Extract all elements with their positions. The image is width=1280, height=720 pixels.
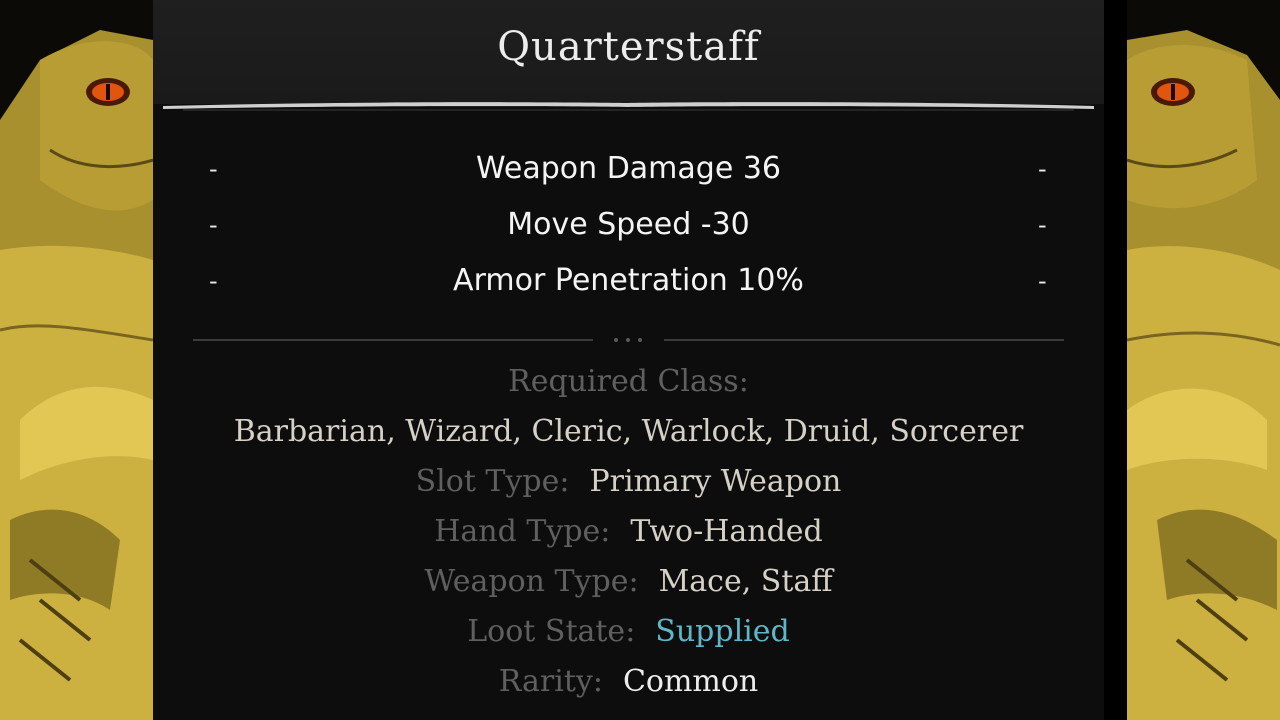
required-class-value-row: Barbarian, Wizard, Cleric, Warlock, Drui… <box>153 412 1104 452</box>
loot-state-label: Loot State: <box>467 614 636 649</box>
hand-type-value: Two-Handed <box>630 514 823 549</box>
ornament-dots-icon <box>193 338 1064 342</box>
stat-right-marker: - <box>1038 211 1047 239</box>
loot-state-value: Supplied <box>655 614 790 649</box>
rarity-label: Rarity: <box>498 664 603 699</box>
screen: Quarterstaff - Weapon Damage 36 - - Move… <box>0 0 1280 720</box>
rarity-row: Rarity: Common <box>153 662 1104 702</box>
item-tooltip-panel: Quarterstaff - Weapon Damage 36 - - Move… <box>153 0 1104 720</box>
weapon-type-row: Weapon Type: Mace, Staff <box>153 562 1104 602</box>
rarity-value: Common <box>622 664 759 699</box>
loot-state-row: Loot State: Supplied <box>153 612 1104 652</box>
lizard-icon <box>0 0 153 720</box>
lizard-icon <box>1127 0 1280 720</box>
stat-weapon-damage: Weapon Damage 36 <box>476 151 781 186</box>
hand-type-row: Hand Type: Two-Handed <box>153 512 1104 552</box>
lizard-character-art-left <box>0 0 153 720</box>
stat-move-speed: Move Speed -30 <box>507 207 750 242</box>
item-title-bar: Quarterstaff <box>153 0 1104 104</box>
required-class-label: Required Class: <box>508 364 749 399</box>
stat-armor-penetration: Armor Penetration 10% <box>453 263 804 298</box>
weapon-type-value: Mace, Staff <box>658 564 833 599</box>
stat-row-armor-penetration: - Armor Penetration 10% - <box>153 261 1104 301</box>
stat-row-move-speed: - Move Speed -30 - <box>153 205 1104 245</box>
slot-type-row: Slot Type: Primary Weapon <box>153 462 1104 502</box>
required-class-value: Barbarian, Wizard, Cleric, Warlock, Drui… <box>233 414 1024 449</box>
item-name: Quarterstaff <box>497 24 760 70</box>
stat-row-weapon-damage: - Weapon Damage 36 - <box>153 149 1104 189</box>
lizard-character-art-right <box>1127 0 1280 720</box>
stat-right-marker: - <box>1038 155 1047 183</box>
required-class-row: Required Class: <box>153 362 1104 402</box>
stat-right-marker: - <box>1038 267 1047 295</box>
title-separator <box>163 102 1094 111</box>
weapon-type-label: Weapon Type: <box>424 564 639 599</box>
slot-type-label: Slot Type: <box>415 464 570 499</box>
hand-type-label: Hand Type: <box>434 514 611 549</box>
slot-type-value: Primary Weapon <box>589 464 842 499</box>
